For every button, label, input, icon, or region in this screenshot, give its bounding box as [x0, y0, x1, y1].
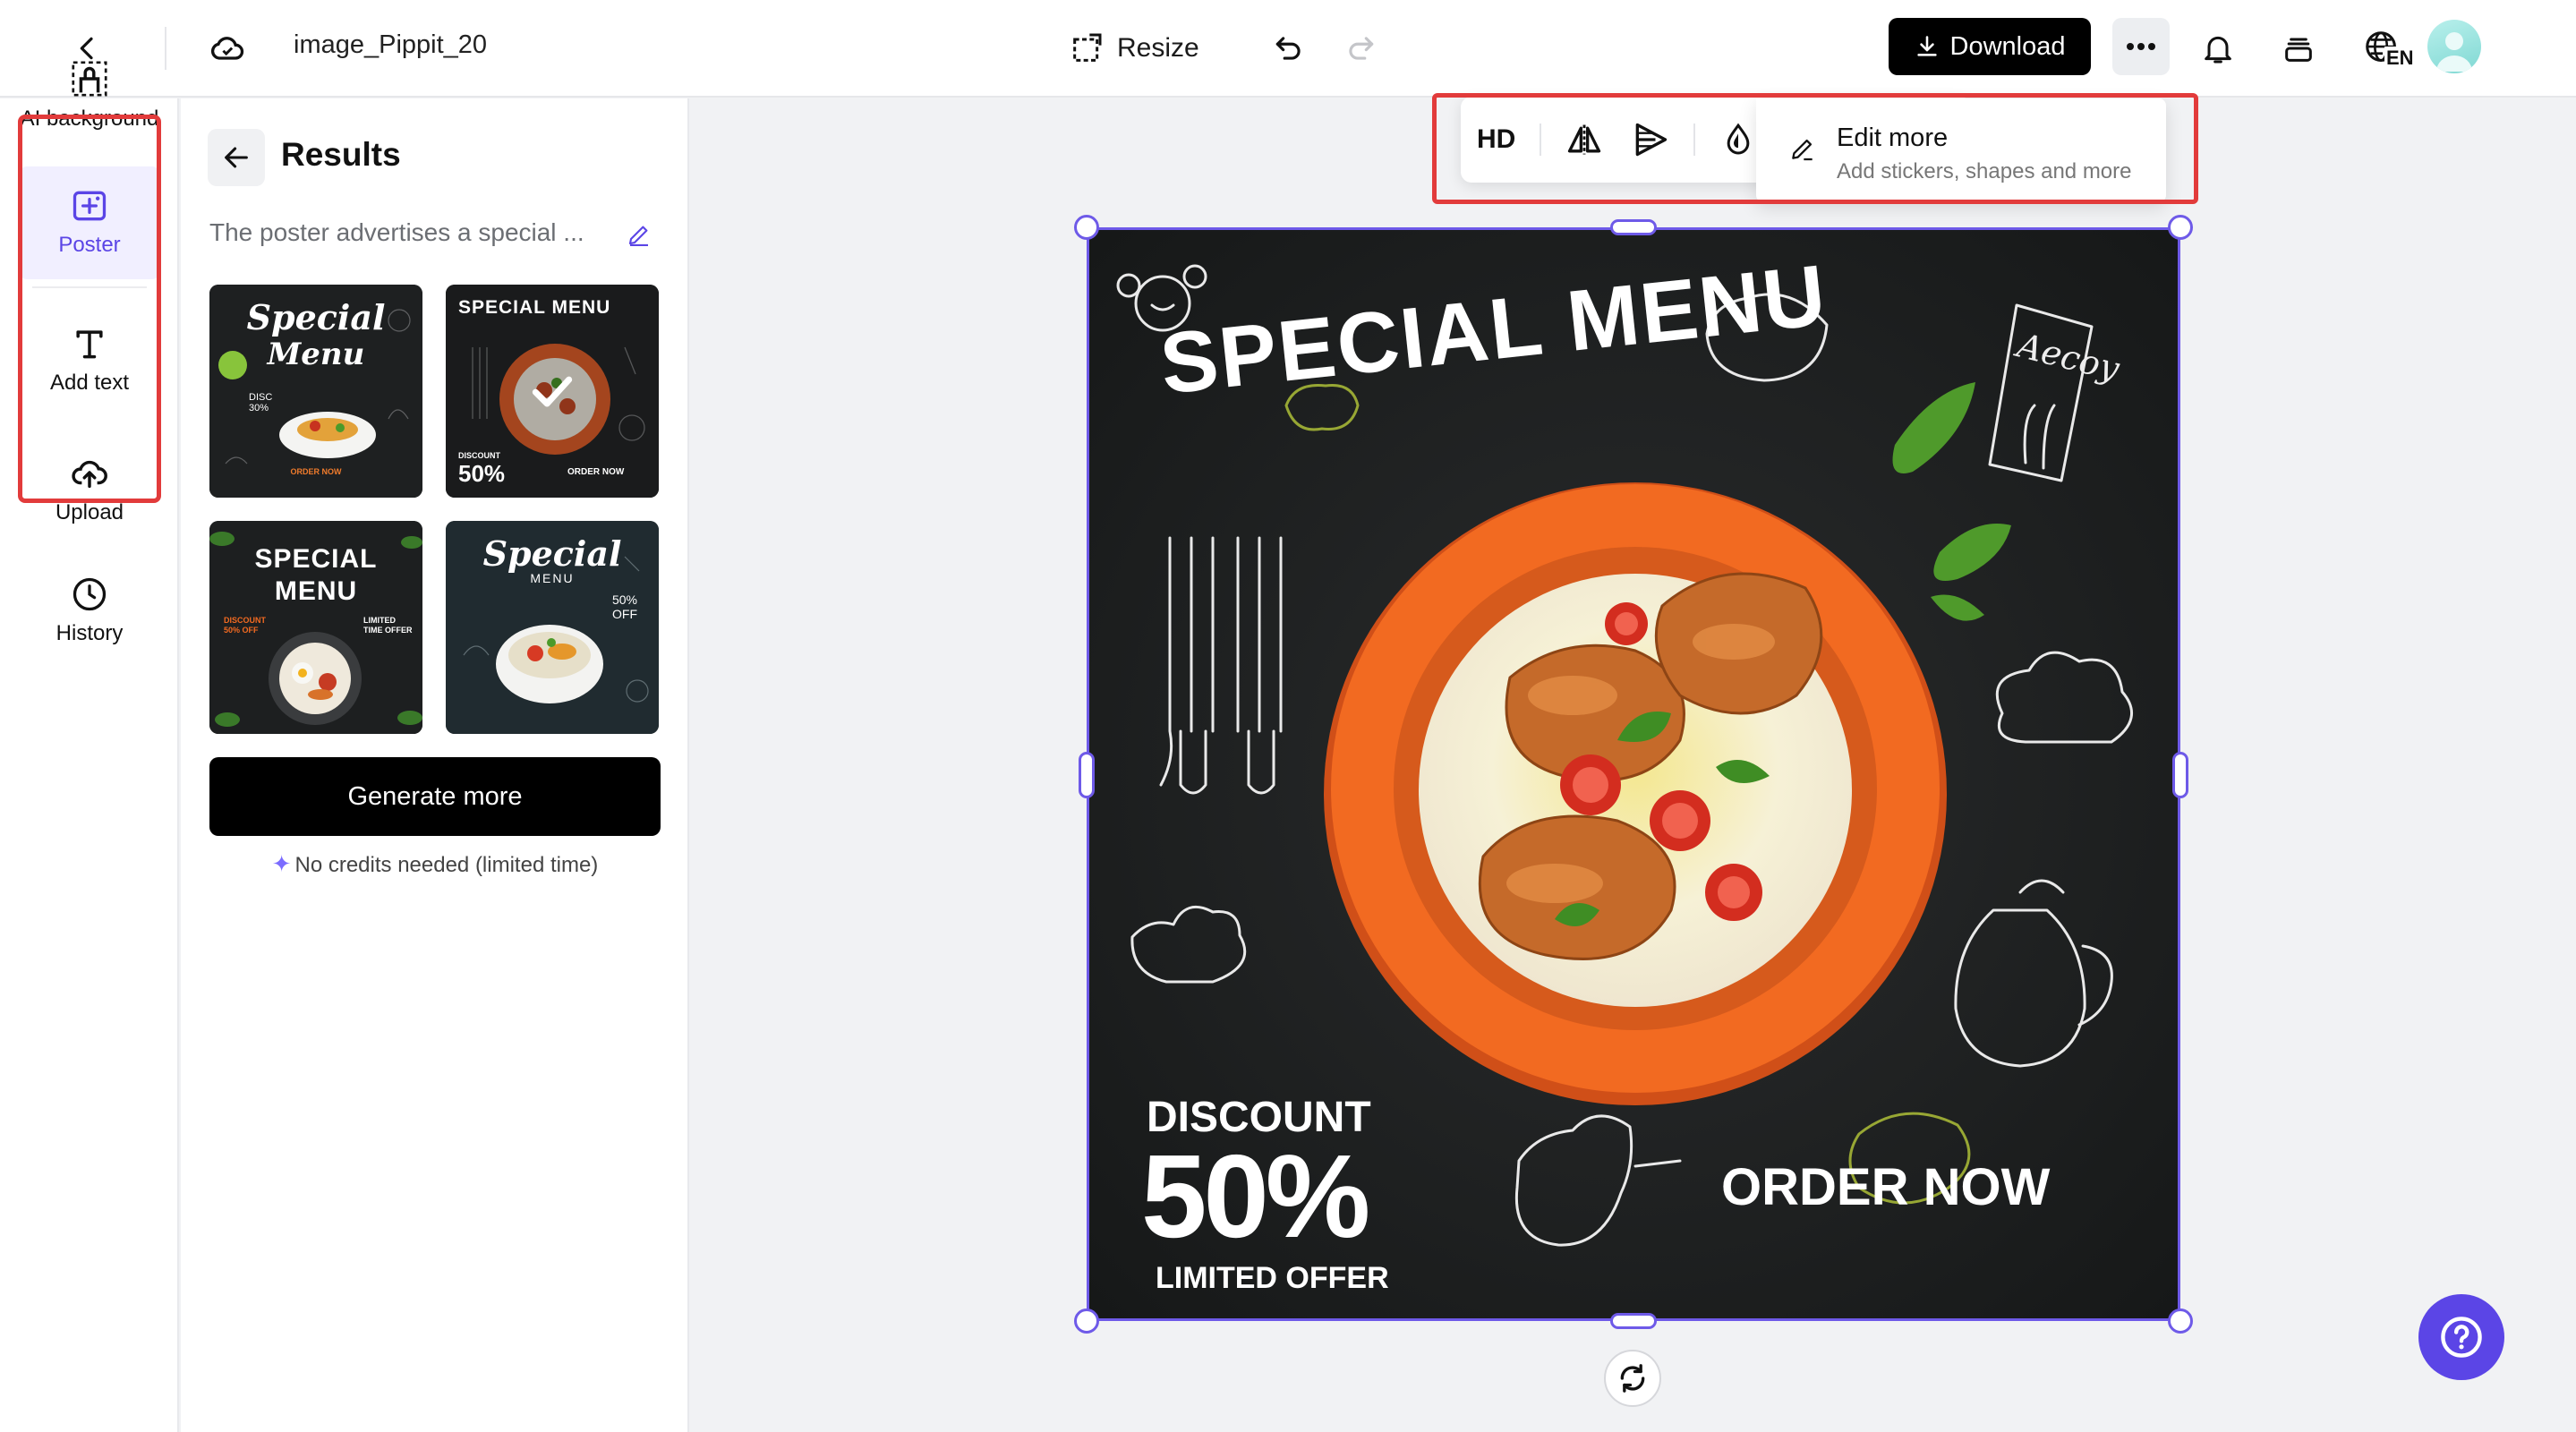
download-icon	[1916, 36, 1937, 56]
thumbnail-heading-2: MENU	[530, 571, 575, 585]
rail-item-label: History	[55, 621, 124, 645]
resize-button[interactable]: Resize	[1069, 21, 1199, 75]
result-thumbnail-2[interactable]: SPECIAL MENU DISCOUNT 50% ORDER NOW	[446, 285, 659, 498]
thumbnail-heading: Special	[246, 297, 386, 337]
notifications-button[interactable]	[2189, 20, 2247, 77]
thumbnail-heading: SPECIAL	[254, 544, 378, 574]
help-question-icon	[2441, 1317, 2482, 1358]
resize-handle-left[interactable]	[1079, 752, 1095, 798]
results-back-button[interactable]	[208, 129, 265, 186]
language-code: EN	[2384, 47, 2416, 70]
top-bar-divider	[165, 27, 166, 70]
poster-discount-value: 50%	[1141, 1130, 1370, 1262]
layers-stack-icon	[2285, 38, 2312, 62]
thumbnail-small-text: DISC 30%	[249, 392, 273, 413]
undo-icon	[1275, 37, 1301, 60]
assets-button[interactable]	[2270, 20, 2327, 77]
arrow-left-icon	[225, 147, 248, 168]
cloud-icon	[210, 37, 244, 60]
more-dots-icon	[2127, 43, 2155, 50]
credits-note: ✦ No credits needed (limited time)	[209, 850, 661, 878]
checkmark-icon	[532, 376, 573, 407]
result-thumbnail-1[interactable]: Special Menu DISC 30% ORDER NOW	[209, 285, 422, 498]
sparkle-icon: ✦	[271, 850, 292, 877]
thumbnail-heading: SPECIAL MENU	[458, 297, 611, 318]
thumbnail-heading-2: MENU	[274, 576, 358, 606]
language-button[interactable]: EN	[2350, 20, 2416, 77]
thumbnail-small-text: DISCOUNT 50% OFF	[224, 616, 266, 635]
user-avatar[interactable]	[2427, 20, 2481, 73]
rail-item-history[interactable]: History	[20, 555, 159, 668]
help-button[interactable]	[2418, 1294, 2504, 1380]
top-bar: image_Pippit_20 Resize Download EN	[0, 0, 2576, 98]
poster-cta[interactable]: ORDER NOW	[1721, 1157, 2050, 1217]
pencil-icon	[628, 226, 648, 246]
thumbnail-footer: ORDER NOW	[290, 467, 342, 476]
result-thumbnail-4[interactable]: Special MENU 50% OFF	[446, 521, 659, 734]
results-title: Results	[281, 136, 401, 173]
resize-handle-right[interactable]	[2172, 752, 2188, 798]
cloud-sync-button[interactable]	[199, 20, 256, 77]
resize-handle-bottom[interactable]	[1610, 1313, 1657, 1329]
thumbnail-heading: Special	[482, 533, 622, 574]
avatar-silhouette-icon	[2436, 32, 2472, 72]
clock-icon	[73, 577, 107, 611]
undo-button[interactable]	[1260, 20, 1318, 77]
rail-highlight-box	[18, 115, 161, 503]
resize-handle-top-right[interactable]	[2168, 215, 2193, 240]
resize-icon	[1073, 33, 1102, 62]
generate-more-button[interactable]: Generate more	[209, 757, 661, 836]
credits-note-text: No credits needed (limited time)	[294, 853, 599, 877]
bell-icon	[2205, 36, 2231, 64]
redo-icon	[1349, 37, 1374, 60]
rotate-icon	[1620, 1364, 1645, 1393]
poster-image[interactable]: SPECIAL MENU Aecoy DISCOUNT 50% LIMITED …	[1087, 227, 2180, 1321]
thumbnail-small-text: 50% OFF	[611, 592, 638, 621]
edit-prompt-button[interactable]	[621, 217, 657, 252]
rotate-button[interactable]	[1604, 1350, 1661, 1407]
file-name[interactable]: image_Pippit_20	[294, 30, 487, 60]
resize-handle-top[interactable]	[1610, 219, 1657, 235]
download-label: Download	[1949, 31, 2066, 61]
prompt-text: The poster advertises a special ...	[209, 218, 584, 246]
resize-handle-bottom-right[interactable]	[2168, 1308, 2193, 1334]
thumbnail-discount-label: DISCOUNT	[458, 451, 500, 460]
resize-label: Resize	[1117, 33, 1199, 63]
toolbar-highlight-box	[1432, 93, 2198, 204]
thumbnail-footer: ORDER NOW	[567, 467, 625, 477]
download-button[interactable]: Download	[1889, 18, 2091, 75]
thumbnail-heading-2: Menu	[267, 337, 365, 372]
resize-handle-top-left[interactable]	[1074, 215, 1099, 240]
thumbnail-footer: LIMITED TIME OFFER	[363, 616, 413, 635]
result-thumbnail-3[interactable]: SPECIAL MENU DISCOUNT 50% OFF LIMITED TI…	[209, 521, 422, 734]
resize-handle-bottom-left[interactable]	[1074, 1308, 1099, 1334]
redo-button[interactable]	[1332, 20, 1389, 77]
more-options-button[interactable]	[2112, 18, 2170, 75]
poster-offer-label: LIMITED OFFER	[1156, 1261, 1389, 1295]
thumbnail-discount-value: 50%	[458, 460, 506, 487]
ai-background-icon	[72, 61, 107, 97]
